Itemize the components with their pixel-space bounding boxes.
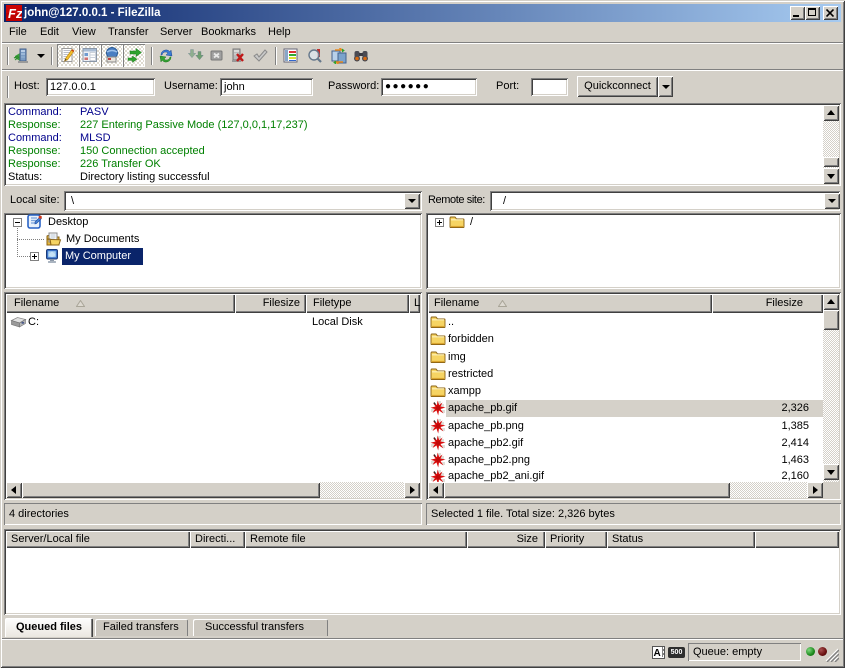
svg-text:A: A (654, 648, 661, 659)
svg-text:Fz: Fz (8, 6, 22, 21)
